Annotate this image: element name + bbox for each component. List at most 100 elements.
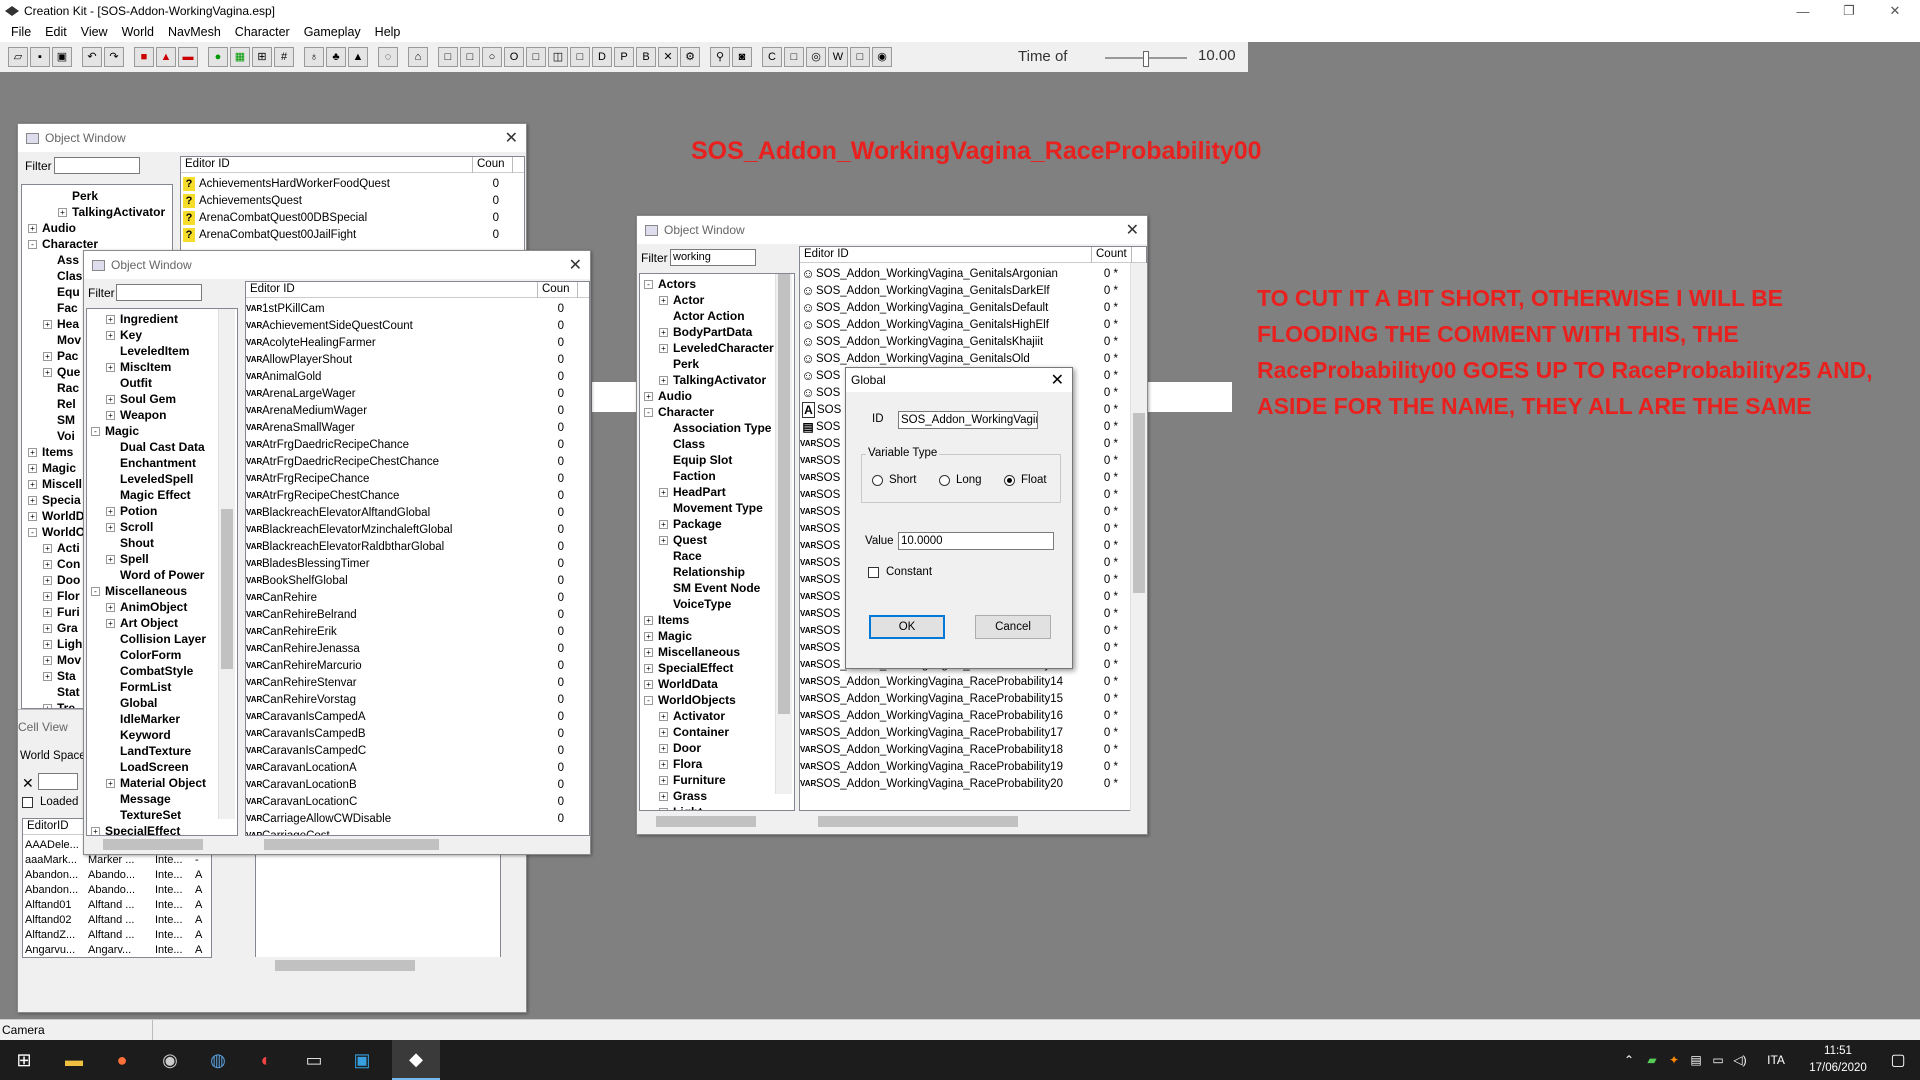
marker-red-icon[interactable]: ▲ [156, 47, 176, 67]
taskbar-clock[interactable]: 11:51 17/06/2020 [1802, 1043, 1874, 1077]
tree-item[interactable]: ColorForm [106, 647, 181, 663]
close-icon[interactable]: ✕ [22, 775, 34, 792]
expand-icon[interactable]: + [659, 327, 668, 337]
tree-item[interactable]: + HeadPart [659, 484, 726, 500]
list-row[interactable]: VAR AchievementSideQuestCount 0 [246, 317, 589, 334]
tray-chevron-icon[interactable]: ⌃ [1620, 1040, 1638, 1080]
list-row[interactable]: VAR 1stPKillCam 0 [246, 300, 589, 317]
minimize-button[interactable]: — [1780, 0, 1826, 22]
open-icon[interactable]: ▱ [8, 47, 28, 67]
object-window-2[interactable]: Object Window ✕ Filter + Ingredient + Key Le… [83, 250, 591, 855]
tree-item[interactable]: Clas [43, 268, 82, 284]
tree-item[interactable]: LeveledSpell [106, 471, 193, 487]
close-app-button[interactable]: ✕ [1872, 0, 1918, 22]
tree-item[interactable]: - Miscellaneous [91, 583, 187, 599]
list-row[interactable]: ? ArenaCombatQuest00JailFight 0 [181, 226, 524, 243]
tree-item[interactable]: SM Event Node [659, 580, 760, 596]
tree-item[interactable]: TextureSet [106, 807, 181, 823]
tree-item[interactable]: Voi [43, 428, 75, 444]
expand-icon[interactable]: + [106, 618, 115, 628]
window-titlebar[interactable]: Object Window ✕ [18, 124, 526, 152]
tree-item[interactable]: Stat [43, 684, 80, 700]
tree-item[interactable]: + Potion [106, 503, 157, 519]
tree-item[interactable]: + Spell [106, 551, 149, 567]
expand-icon[interactable]: + [659, 775, 668, 785]
tree-horizontal-scrollbar[interactable] [87, 836, 237, 853]
tree-item[interactable]: + Items [28, 444, 73, 460]
list-row[interactable]: VAR CanRehireBelrand 0 [246, 606, 589, 623]
expand-icon[interactable]: + [659, 727, 668, 737]
notifications-icon[interactable]: ▢ [1880, 1040, 1916, 1080]
tree-item[interactable]: SM [43, 412, 75, 428]
expand-icon[interactable]: + [644, 663, 653, 673]
snap-icon[interactable]: ⊞ [252, 47, 272, 67]
expand-icon[interactable]: + [644, 647, 653, 657]
close-icon[interactable]: ✕ [1126, 220, 1139, 240]
tree-item[interactable]: + Miscellaneous [644, 644, 740, 660]
list-row[interactable]: ☺ SOS_Addon_WorkingVagina_GenitalsHighElf… [800, 316, 1146, 333]
tree-item[interactable]: + Door [659, 740, 701, 756]
tree-item[interactable]: Equ [43, 284, 80, 300]
list-row[interactable]: VAR CanRehireJenassa 0 [246, 640, 589, 657]
expand-icon[interactable]: + [43, 671, 52, 681]
cell-row[interactable]: Alftand02 Alftand ... Inte... A [23, 912, 211, 927]
list-row[interactable]: VAR ArenaSmallWager 0 [246, 419, 589, 436]
expand-icon[interactable]: + [659, 759, 668, 769]
tray-nvidia-icon[interactable]: ▰ [1642, 1040, 1662, 1080]
filter-input[interactable] [54, 157, 140, 174]
tree-item[interactable]: + Soul Gem [106, 391, 176, 407]
tree-item[interactable]: + Gra [43, 620, 78, 636]
expand-icon[interactable]: + [43, 367, 52, 377]
cell-row[interactable]: Angarvu... Angarv... Inte... A [23, 942, 211, 957]
filter-input[interactable]: working [670, 249, 756, 266]
tree-item[interactable]: + Doo [43, 572, 80, 588]
list-row[interactable]: VAR CarriageCost [246, 827, 589, 836]
cube-icon[interactable]: □ [438, 47, 458, 67]
box-b-icon[interactable]: B [636, 47, 656, 67]
filter-input[interactable] [116, 284, 202, 301]
tree-item[interactable]: LoadScreen [106, 759, 189, 775]
tree-item[interactable]: Rel [43, 396, 76, 412]
tree-item[interactable]: + Magic [644, 628, 692, 644]
tree-item[interactable]: + Weapon [106, 407, 166, 423]
expand-icon[interactable]: + [58, 207, 67, 217]
tree-item[interactable]: + SpecialEffect [91, 823, 180, 835]
list-row[interactable]: VAR CaravanLocationB 0 [246, 776, 589, 793]
tree-item[interactable]: Faction [659, 468, 716, 484]
light-bulb-icon[interactable]: ♁ [304, 47, 324, 67]
app-icon-drive[interactable]: ▭ [290, 1040, 338, 1080]
cube6-icon[interactable]: □ [784, 47, 804, 67]
list-row[interactable]: VAR AtrFrgRecipeChance 0 [246, 470, 589, 487]
expand-icon[interactable]: + [106, 314, 115, 324]
tree-item[interactable]: + Pac [43, 348, 78, 364]
list-row[interactable]: VAR AtrFrgRecipeChestChance 0 [246, 487, 589, 504]
restore-button[interactable]: ❐ [1826, 0, 1872, 22]
tree-item[interactable]: - WorldO [28, 524, 85, 540]
tree-item[interactable]: + AnimObject [106, 599, 187, 615]
tree-item[interactable]: Fac [43, 300, 78, 316]
list-row[interactable]: VAR CaravanIsCampedB 0 [246, 725, 589, 742]
global-dialog[interactable]: Global ✕ ID SOS_Addon_WorkingVagina Vari… [845, 367, 1073, 669]
close-icon[interactable]: ✕ [505, 128, 518, 148]
expand-icon[interactable]: + [659, 343, 668, 353]
cube3-icon[interactable]: □ [526, 47, 546, 67]
list-row[interactable]: ☺ SOS_Addon_WorkingVagina_GenitalsOld 0 * [800, 350, 1146, 367]
close-icon[interactable]: ✕ [569, 255, 582, 275]
tree-item[interactable]: + Grass [659, 788, 707, 804]
cell-filter-input[interactable] [38, 773, 78, 790]
render-red-icon[interactable]: ■ [134, 47, 154, 67]
close-icon[interactable]: ✕ [1051, 370, 1064, 390]
terrain-green-icon[interactable]: ▦ [230, 47, 250, 67]
tree-item[interactable]: + Acti [43, 540, 80, 556]
tree-item[interactable]: + SpecialEffect [644, 660, 733, 676]
tree-item[interactable]: Word of Power [106, 567, 204, 583]
expand-icon[interactable]: + [659, 487, 668, 497]
expand-icon[interactable]: + [43, 607, 52, 617]
list-row[interactable]: VARSOS_Addon_WorkingVagina_RaceProbabili… [800, 741, 1146, 758]
list-row[interactable]: VAR BladesBlessingTimer 0 [246, 555, 589, 572]
tree-item[interactable]: Dual Cast Data [106, 439, 205, 455]
menu-character[interactable]: Character [228, 25, 297, 39]
cube4-icon[interactable]: ◫ [548, 47, 568, 67]
list-row[interactable]: VAR BlackreachElevatorAlftandGlobal 0 [246, 504, 589, 521]
expand-icon[interactable]: + [644, 679, 653, 689]
